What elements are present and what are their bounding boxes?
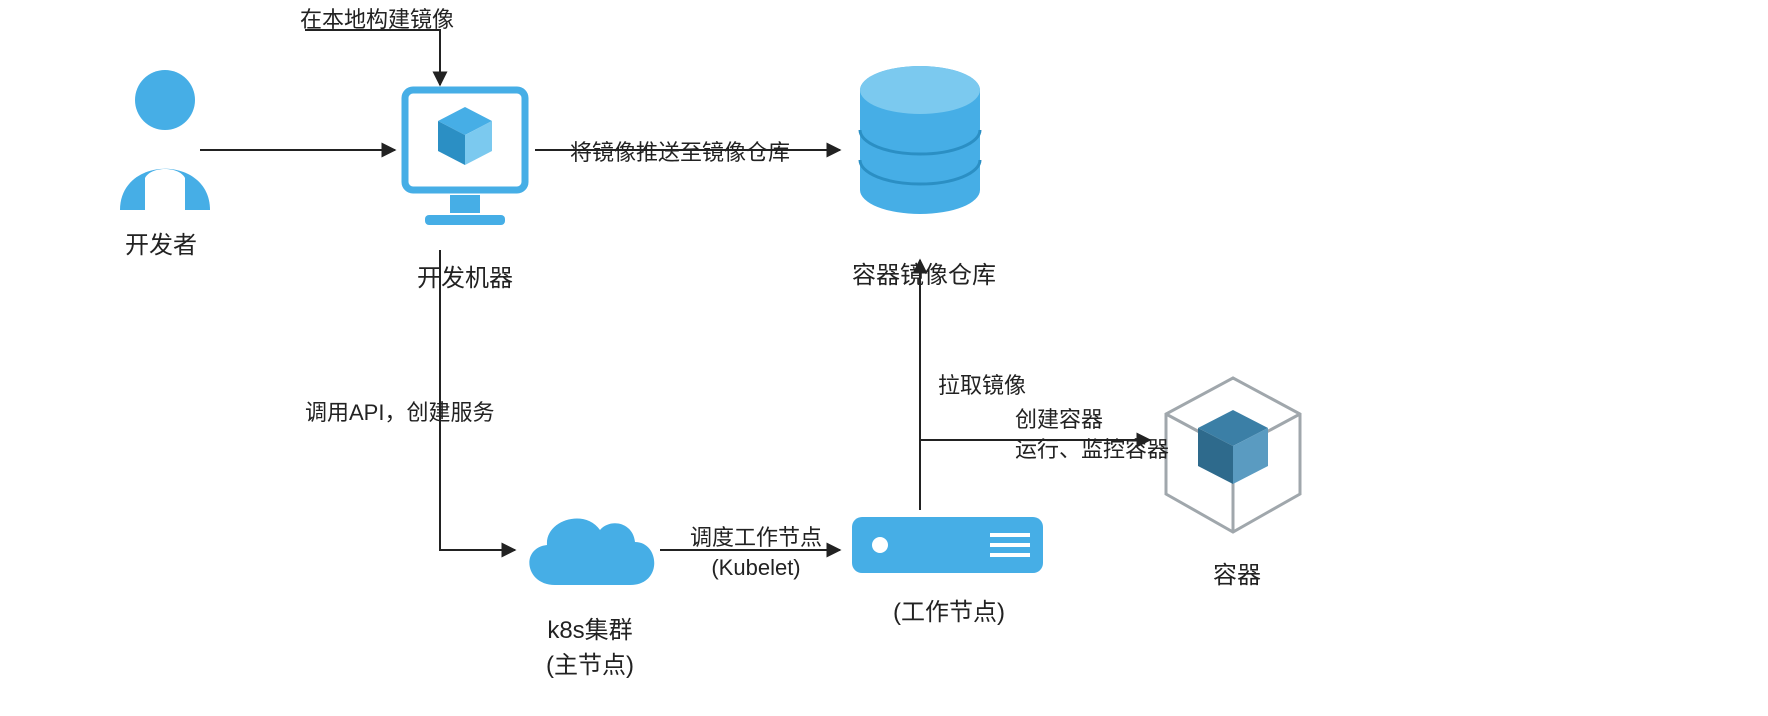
repo-icon (850, 60, 990, 235)
edge-create-line1: 创建容器 (1015, 407, 1103, 432)
edge-create-line2: 运行、监控容器 (1015, 437, 1169, 462)
developer-icon (105, 60, 225, 215)
dev-machine-icon (400, 85, 530, 250)
edge-schedule-label: 调度工作节点 (Kubelet) (690, 523, 822, 582)
repo-label: 容器镜像仓库 (852, 255, 996, 290)
container-label: 容器 (1213, 555, 1261, 590)
dev-machine-label: 开发机器 (417, 258, 513, 293)
worker-node-icon (850, 515, 1045, 585)
edge-push-label: 将镜像推送至镜像仓库 (570, 135, 790, 167)
edge-create-label: 创建容器 运行、监控容器 (1015, 405, 1169, 464)
cluster-label-line1: k8s集群 (547, 617, 632, 644)
cluster-icon (515, 500, 660, 605)
developer-label: 开发者 (125, 225, 197, 260)
edge-schedule-line1: 调度工作节点 (690, 525, 822, 550)
edge-api-label: 调用API，创建服务 (305, 395, 494, 427)
edge-pull-label: 拉取镜像 (938, 368, 1026, 400)
edge-build-label: 在本地构建镜像 (300, 2, 454, 34)
cluster-label: k8s集群 (主节点) (546, 610, 634, 680)
container-icon (1158, 370, 1308, 545)
worker-node-label: (工作节点) (893, 592, 1005, 627)
diagram-canvas: 开发者 开发机器 容器镜像仓库 k8 (0, 0, 1768, 716)
cluster-label-line2: (主节点) (546, 652, 634, 679)
edge-schedule-line2: (Kubelet) (711, 555, 800, 580)
